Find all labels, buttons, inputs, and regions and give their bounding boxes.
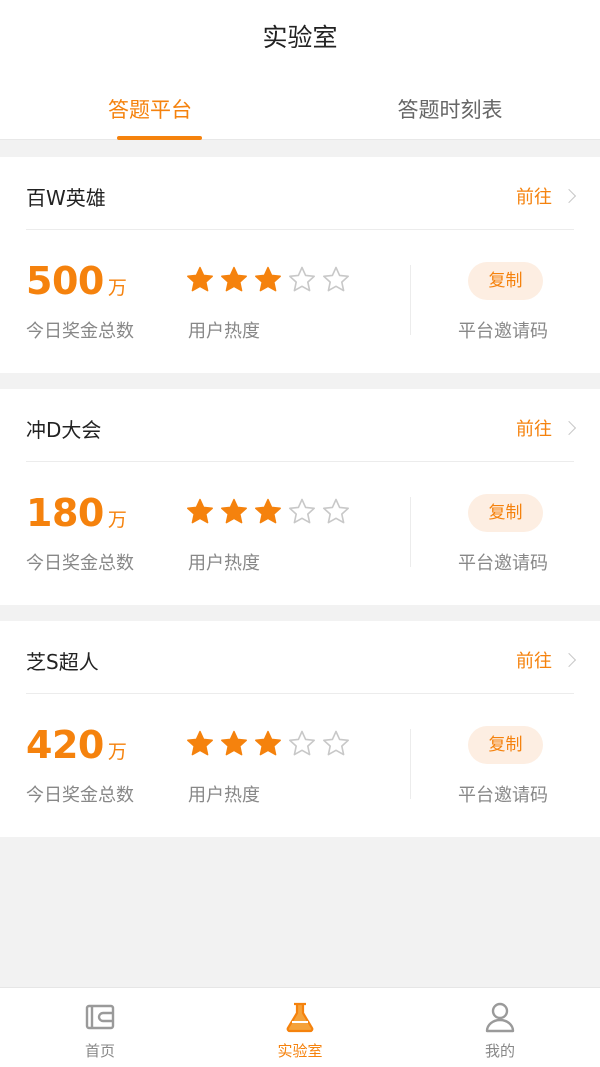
nav-lab[interactable]: 实验室 [200,988,400,1067]
heat-rating [185,497,351,527]
user-icon [485,1002,515,1033]
star-filled-icon [255,266,281,292]
page-title: 实验室 [262,23,338,52]
vertical-divider [410,497,411,567]
goto-label: 前往 [516,419,552,440]
prize-value: 500 [26,259,104,303]
prize-unit: 万 [107,277,127,299]
prize-label: 今日奖金总数 [26,785,134,806]
platform-card: 百W英雄 前往 500 万 今日奖金总数 用户热度 复制 平台邀请码 [0,157,600,373]
prize-amount: 420 万 [26,723,127,767]
star-filled-icon [221,498,247,524]
star-filled-icon [187,498,213,524]
star-empty-icon [323,266,349,292]
invite-code-label: 平台邀请码 [458,785,548,806]
platform-name: 百W英雄 [26,186,106,210]
chevron-right-icon [561,188,577,204]
divider [26,461,574,462]
tab-label: 答题时刻表 [397,98,503,122]
app-root: 实验室 答题平台 答题时刻表 百W英雄 前往 500 万 今日奖金总数 用户热度… [0,0,600,1067]
star-filled-icon [187,730,213,756]
prize-unit: 万 [107,741,127,763]
star-empty-icon [289,498,315,524]
invite-code-label: 平台邀请码 [458,321,548,342]
nav-label: 实验室 [277,1042,323,1060]
star-filled-icon [255,730,281,756]
star-filled-icon [255,498,281,524]
tab-bar: 答题平台 答题时刻表 [0,78,600,140]
goto-link[interactable]: 前往 [516,415,577,441]
chevron-right-icon [561,420,577,436]
goto-label: 前往 [516,187,552,208]
star-filled-icon [221,266,247,292]
prize-label: 今日奖金总数 [26,321,134,342]
nav-label: 首页 [84,1042,115,1060]
tab-schedule[interactable]: 答题时刻表 [300,78,600,140]
copy-button[interactable]: 复制 [468,726,543,764]
heat-rating [185,265,351,295]
star-empty-icon [289,730,315,756]
goto-link[interactable]: 前往 [516,647,577,673]
flask-icon [286,1002,314,1033]
tab-indicator [117,136,202,140]
prize-unit: 万 [107,509,127,531]
invite-code-label: 平台邀请码 [458,553,548,574]
heat-label: 用户热度 [188,785,260,806]
platform-name: 冲D大会 [26,418,102,442]
star-empty-icon [323,498,349,524]
platform-card: 芝S超人 前往 420 万 今日奖金总数 用户热度 复制 平台邀请码 [0,621,600,837]
tab-label: 答题平台 [108,98,192,122]
star-empty-icon [323,730,349,756]
copy-button[interactable]: 复制 [468,262,543,300]
heat-rating [185,729,351,759]
star-filled-icon [221,730,247,756]
goto-link[interactable]: 前往 [516,183,577,209]
wallet-icon [85,1004,115,1030]
platform-name: 芝S超人 [26,650,99,674]
chevron-right-icon [561,652,577,668]
prize-value: 180 [26,491,104,535]
divider [26,693,574,694]
star-filled-icon [187,266,213,292]
nav-label: 我的 [484,1042,515,1060]
prize-amount: 500 万 [26,259,127,303]
copy-button[interactable]: 复制 [468,494,543,532]
prize-value: 420 [26,723,104,767]
prize-amount: 180 万 [26,491,127,535]
vertical-divider [410,265,411,335]
heat-label: 用户热度 [188,321,260,342]
nav-mine[interactable]: 我的 [400,988,600,1067]
platform-card: 冲D大会 前往 180 万 今日奖金总数 用户热度 复制 平台邀请码 [0,389,600,605]
heat-label: 用户热度 [188,553,260,574]
divider [26,229,574,230]
bottom-nav: 首页 实验室 我的 [0,987,600,1067]
goto-label: 前往 [516,651,552,672]
star-empty-icon [289,266,315,292]
header: 实验室 答题平台 答题时刻表 [0,0,600,140]
nav-home[interactable]: 首页 [0,988,200,1067]
prize-label: 今日奖金总数 [26,553,134,574]
vertical-divider [410,729,411,799]
tab-platform[interactable]: 答题平台 [0,78,300,140]
